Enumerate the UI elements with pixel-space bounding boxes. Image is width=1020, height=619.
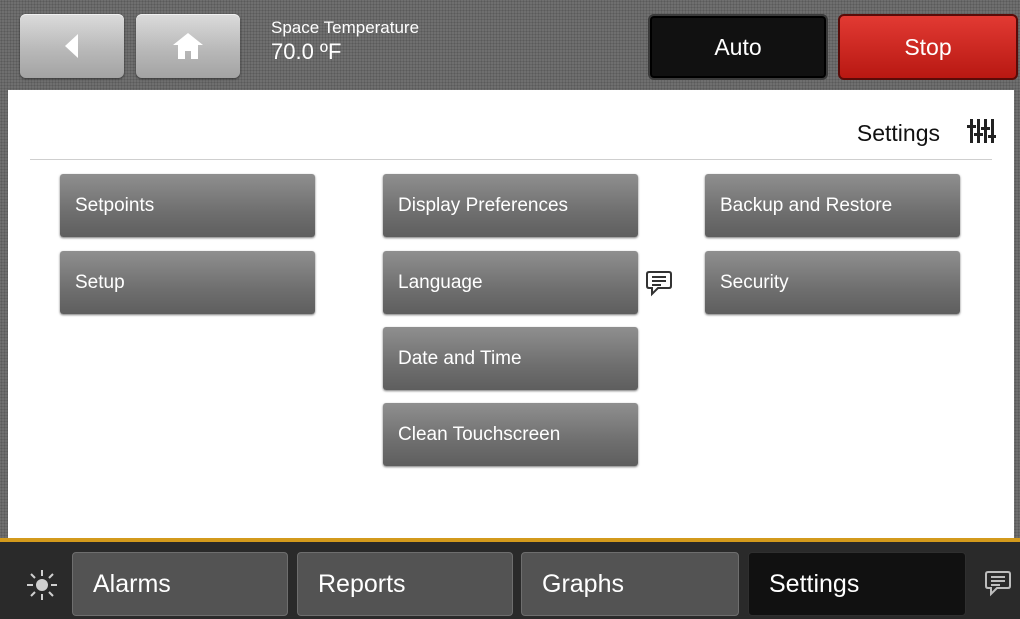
chat-bubble-icon[interactable] [645,269,673,297]
clean-touchscreen-button[interactable]: Clean Touchscreen [383,403,638,466]
stop-button[interactable]: Stop [838,14,1018,80]
temperature-label: Space Temperature [271,18,420,37]
auto-mode-button[interactable]: Auto [648,14,828,80]
top-bar: Space Temperature 70.0 ºF Auto Stop [0,0,1020,90]
security-button[interactable]: Security [705,251,960,314]
accent-divider [0,538,1020,542]
setpoints-button[interactable]: Setpoints [60,174,315,237]
back-button[interactable] [20,14,124,78]
panel-title: Settings [856,120,940,146]
display-preferences-button[interactable]: Display Preferences [383,174,638,237]
settings-panel: Settings [8,90,1014,538]
setup-button[interactable]: Setup [60,251,315,314]
tab-reports[interactable]: Reports [297,552,513,616]
brightness-icon[interactable] [26,569,58,601]
language-button[interactable]: Language [383,251,638,314]
tab-alarms[interactable]: Alarms [72,552,288,616]
settings-sliders-icon[interactable] [966,116,996,146]
date-and-time-button[interactable]: Date and Time [383,327,638,390]
space-temperature: Space Temperature 70.0 ºF [271,18,419,66]
chat-bubble-icon[interactable] [984,569,1012,597]
panel-divider [30,159,992,160]
temperature-value: 70.0 ºF [271,39,342,64]
home-button[interactable] [136,14,240,78]
back-arrow-icon [65,34,78,58]
tab-settings[interactable]: Settings [748,552,966,616]
home-icon [173,33,203,59]
backup-and-restore-button[interactable]: Backup and Restore [705,174,960,237]
tab-graphs[interactable]: Graphs [521,552,739,616]
